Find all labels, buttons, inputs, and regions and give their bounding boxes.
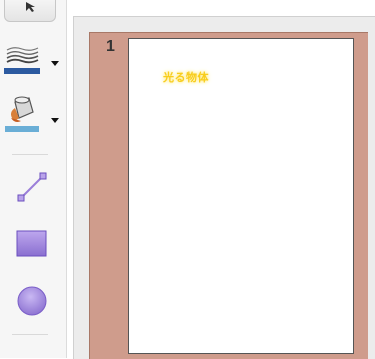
toolbar-top-button[interactable] — [4, 0, 56, 22]
slide-number: 1 — [106, 38, 115, 55]
rectangle-tool-icon — [16, 230, 47, 257]
paint-bucket-icon — [5, 96, 39, 132]
cursor-icon — [26, 2, 35, 12]
line-style-dropdown-arrow[interactable] — [51, 61, 59, 66]
ellipse-tool-button[interactable] — [15, 284, 49, 318]
line-tool-icon — [17, 172, 47, 202]
fill-color-dropdown-arrow[interactable] — [51, 118, 59, 123]
rectangle-tool-button[interactable] — [15, 228, 49, 260]
line-tool-button[interactable] — [15, 170, 49, 204]
slide-preview[interactable]: 光る物体 — [128, 38, 354, 354]
toolbar-separator — [12, 154, 48, 155]
toolbar-separator — [12, 334, 48, 335]
line-style-button[interactable] — [4, 42, 40, 78]
ellipse-tool-icon — [17, 286, 47, 316]
glowing-text: 光る物体 — [163, 71, 209, 84]
line-style-icon — [4, 47, 40, 74]
drawing-toolbar — [0, 0, 66, 358]
fill-color-button[interactable] — [3, 94, 41, 134]
panel-divider — [66, 0, 67, 358]
